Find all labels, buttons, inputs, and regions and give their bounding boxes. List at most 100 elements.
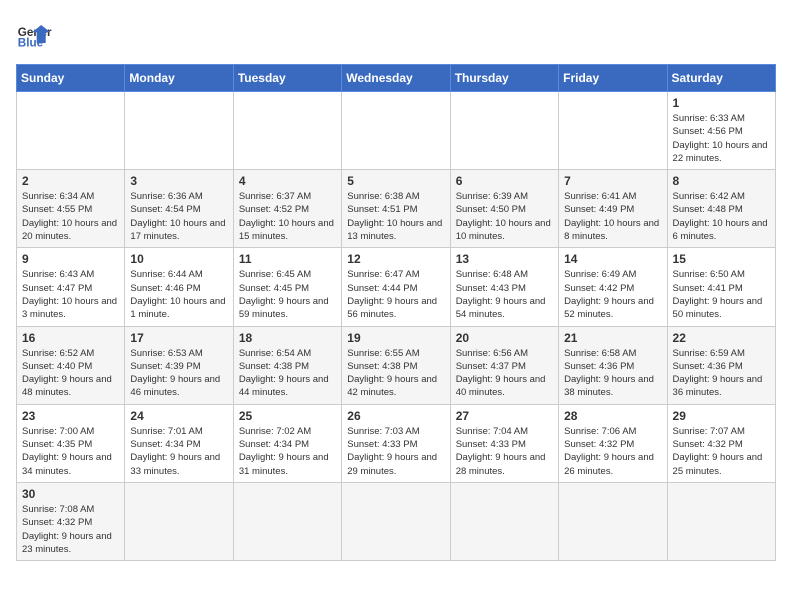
calendar-cell: 4Sunrise: 6:37 AM Sunset: 4:52 PM Daylig… [233,170,341,248]
day-info: Sunrise: 6:58 AM Sunset: 4:36 PM Dayligh… [564,347,661,400]
calendar-week-row: 9 Sunrise: 6:43 AM Sunset: 4:47 PM Daylig… [17,248,776,326]
day-number: 1 [673,96,770,110]
calendar-cell: 26 Sunrise: 7:03 AM Sunset: 4:33 PM Dayli… [342,404,450,482]
calendar-cell: 10 Sunrise: 6:44 AM Sunset: 4:46 PM Dayli… [125,248,233,326]
day-info: Sunrise: 6:52 AM Sunset: 4:40 PM Dayligh… [22,347,119,400]
day-number: 15 [673,252,770,266]
day-info: Sunrise: 6:44 AM Sunset: 4:46 PM Dayligh… [130,268,227,321]
calendar-cell: 23 Sunrise: 7:00 AM Sunset: 4:35 PM Dayli… [17,404,125,482]
page-header: General Blue [16,16,776,52]
calendar-cell: 27Sunrise: 7:04 AM Sunset: 4:33 PM Dayli… [450,404,558,482]
day-info: Sunrise: 7:04 AM Sunset: 4:33 PM Dayligh… [456,425,553,478]
calendar-week-row: 1 Sunrise: 6:33 AM Sunset: 4:56 PM Daylig… [17,92,776,170]
day-number: 25 [239,409,336,423]
day-number: 19 [347,331,444,345]
calendar-cell [233,92,341,170]
col-header-saturday: Saturday [667,65,775,92]
calendar-cell [125,482,233,560]
calendar-cell: 1 Sunrise: 6:33 AM Sunset: 4:56 PM Daylig… [667,92,775,170]
calendar-cell [559,92,667,170]
day-info: Sunrise: 7:03 AM Sunset: 4:33 PM Dayligh… [347,425,444,478]
calendar-cell: 12 Sunrise: 6:47 AM Sunset: 4:44 PM Dayli… [342,248,450,326]
day-number: 22 [673,331,770,345]
day-info: Sunrise: 6:34 AM Sunset: 4:55 PM Dayligh… [22,190,119,243]
day-info: Sunrise: 6:36 AM Sunset: 4:54 PM Dayligh… [130,190,227,243]
day-info: Sunrise: 7:02 AM Sunset: 4:34 PM Dayligh… [239,425,336,478]
day-number: 7 [564,174,661,188]
day-number: 9 [22,252,119,266]
col-header-tuesday: Tuesday [233,65,341,92]
day-number: 29 [673,409,770,423]
day-info: Sunrise: 7:00 AM Sunset: 4:35 PM Dayligh… [22,425,119,478]
day-number: 10 [130,252,227,266]
calendar-cell [233,482,341,560]
day-number: 13 [456,252,553,266]
calendar-cell: 9 Sunrise: 6:43 AM Sunset: 4:47 PM Daylig… [17,248,125,326]
day-number: 8 [673,174,770,188]
day-info: Sunrise: 6:39 AM Sunset: 4:50 PM Dayligh… [456,190,553,243]
day-number: 3 [130,174,227,188]
calendar-cell: 19 Sunrise: 6:55 AM Sunset: 4:38 PM Dayli… [342,326,450,404]
day-number: 30 [22,487,119,501]
day-info: Sunrise: 6:41 AM Sunset: 4:49 PM Dayligh… [564,190,661,243]
day-info: Sunrise: 7:06 AM Sunset: 4:32 PM Dayligh… [564,425,661,478]
day-number: 11 [239,252,336,266]
calendar-cell: 18 Sunrise: 6:54 AM Sunset: 4:38 PM Dayli… [233,326,341,404]
day-number: 28 [564,409,661,423]
day-info: Sunrise: 6:53 AM Sunset: 4:39 PM Dayligh… [130,347,227,400]
calendar-header-row: SundayMondayTuesdayWednesdayThursdayFrid… [17,65,776,92]
logo-icon: General Blue [16,16,52,52]
calendar-week-row: 23 Sunrise: 7:00 AM Sunset: 4:35 PM Dayli… [17,404,776,482]
calendar-cell [17,92,125,170]
calendar-cell: 24Sunrise: 7:01 AM Sunset: 4:34 PM Dayli… [125,404,233,482]
calendar-cell: 3 Sunrise: 6:36 AM Sunset: 4:54 PM Daylig… [125,170,233,248]
day-info: Sunrise: 6:33 AM Sunset: 4:56 PM Dayligh… [673,112,770,165]
col-header-wednesday: Wednesday [342,65,450,92]
day-number: 17 [130,331,227,345]
day-number: 26 [347,409,444,423]
calendar-cell: 21Sunrise: 6:58 AM Sunset: 4:36 PM Dayli… [559,326,667,404]
calendar-cell: 14 Sunrise: 6:49 AM Sunset: 4:42 PM Dayli… [559,248,667,326]
calendar-week-row: 16 Sunrise: 6:52 AM Sunset: 4:40 PM Dayli… [17,326,776,404]
day-info: Sunrise: 6:43 AM Sunset: 4:47 PM Dayligh… [22,268,119,321]
day-number: 6 [456,174,553,188]
day-info: Sunrise: 6:59 AM Sunset: 4:36 PM Dayligh… [673,347,770,400]
day-info: Sunrise: 6:54 AM Sunset: 4:38 PM Dayligh… [239,347,336,400]
col-header-thursday: Thursday [450,65,558,92]
day-number: 12 [347,252,444,266]
calendar-cell [342,482,450,560]
day-info: Sunrise: 7:01 AM Sunset: 4:34 PM Dayligh… [130,425,227,478]
calendar-cell [450,482,558,560]
calendar-cell: 2Sunrise: 6:34 AM Sunset: 4:55 PM Daylig… [17,170,125,248]
calendar-cell: 7 Sunrise: 6:41 AM Sunset: 4:49 PM Daylig… [559,170,667,248]
day-number: 16 [22,331,119,345]
day-number: 20 [456,331,553,345]
day-info: Sunrise: 6:48 AM Sunset: 4:43 PM Dayligh… [456,268,553,321]
calendar-cell [450,92,558,170]
day-number: 18 [239,331,336,345]
calendar-cell: 13 Sunrise: 6:48 AM Sunset: 4:43 PM Dayli… [450,248,558,326]
calendar-cell [559,482,667,560]
day-info: Sunrise: 6:45 AM Sunset: 4:45 PM Dayligh… [239,268,336,321]
calendar-cell: 22 Sunrise: 6:59 AM Sunset: 4:36 PM Dayli… [667,326,775,404]
day-info: Sunrise: 6:49 AM Sunset: 4:42 PM Dayligh… [564,268,661,321]
day-info: Sunrise: 6:55 AM Sunset: 4:38 PM Dayligh… [347,347,444,400]
col-header-sunday: Sunday [17,65,125,92]
day-info: Sunrise: 6:38 AM Sunset: 4:51 PM Dayligh… [347,190,444,243]
calendar-cell: 6 Sunrise: 6:39 AM Sunset: 4:50 PM Daylig… [450,170,558,248]
calendar-cell [667,482,775,560]
day-number: 14 [564,252,661,266]
calendar-cell: 28 Sunrise: 7:06 AM Sunset: 4:32 PM Dayli… [559,404,667,482]
day-info: Sunrise: 6:56 AM Sunset: 4:37 PM Dayligh… [456,347,553,400]
calendar-week-row: 30 Sunrise: 7:08 AM Sunset: 4:32 PM Dayli… [17,482,776,560]
logo: General Blue [16,16,52,52]
calendar-cell [342,92,450,170]
day-info: Sunrise: 6:50 AM Sunset: 4:41 PM Dayligh… [673,268,770,321]
calendar-cell: 15 Sunrise: 6:50 AM Sunset: 4:41 PM Dayli… [667,248,775,326]
calendar-cell: 8 Sunrise: 6:42 AM Sunset: 4:48 PM Daylig… [667,170,775,248]
day-info: Sunrise: 7:08 AM Sunset: 4:32 PM Dayligh… [22,503,119,556]
day-info: Sunrise: 6:42 AM Sunset: 4:48 PM Dayligh… [673,190,770,243]
day-number: 4 [239,174,336,188]
day-info: Sunrise: 6:47 AM Sunset: 4:44 PM Dayligh… [347,268,444,321]
day-number: 23 [22,409,119,423]
